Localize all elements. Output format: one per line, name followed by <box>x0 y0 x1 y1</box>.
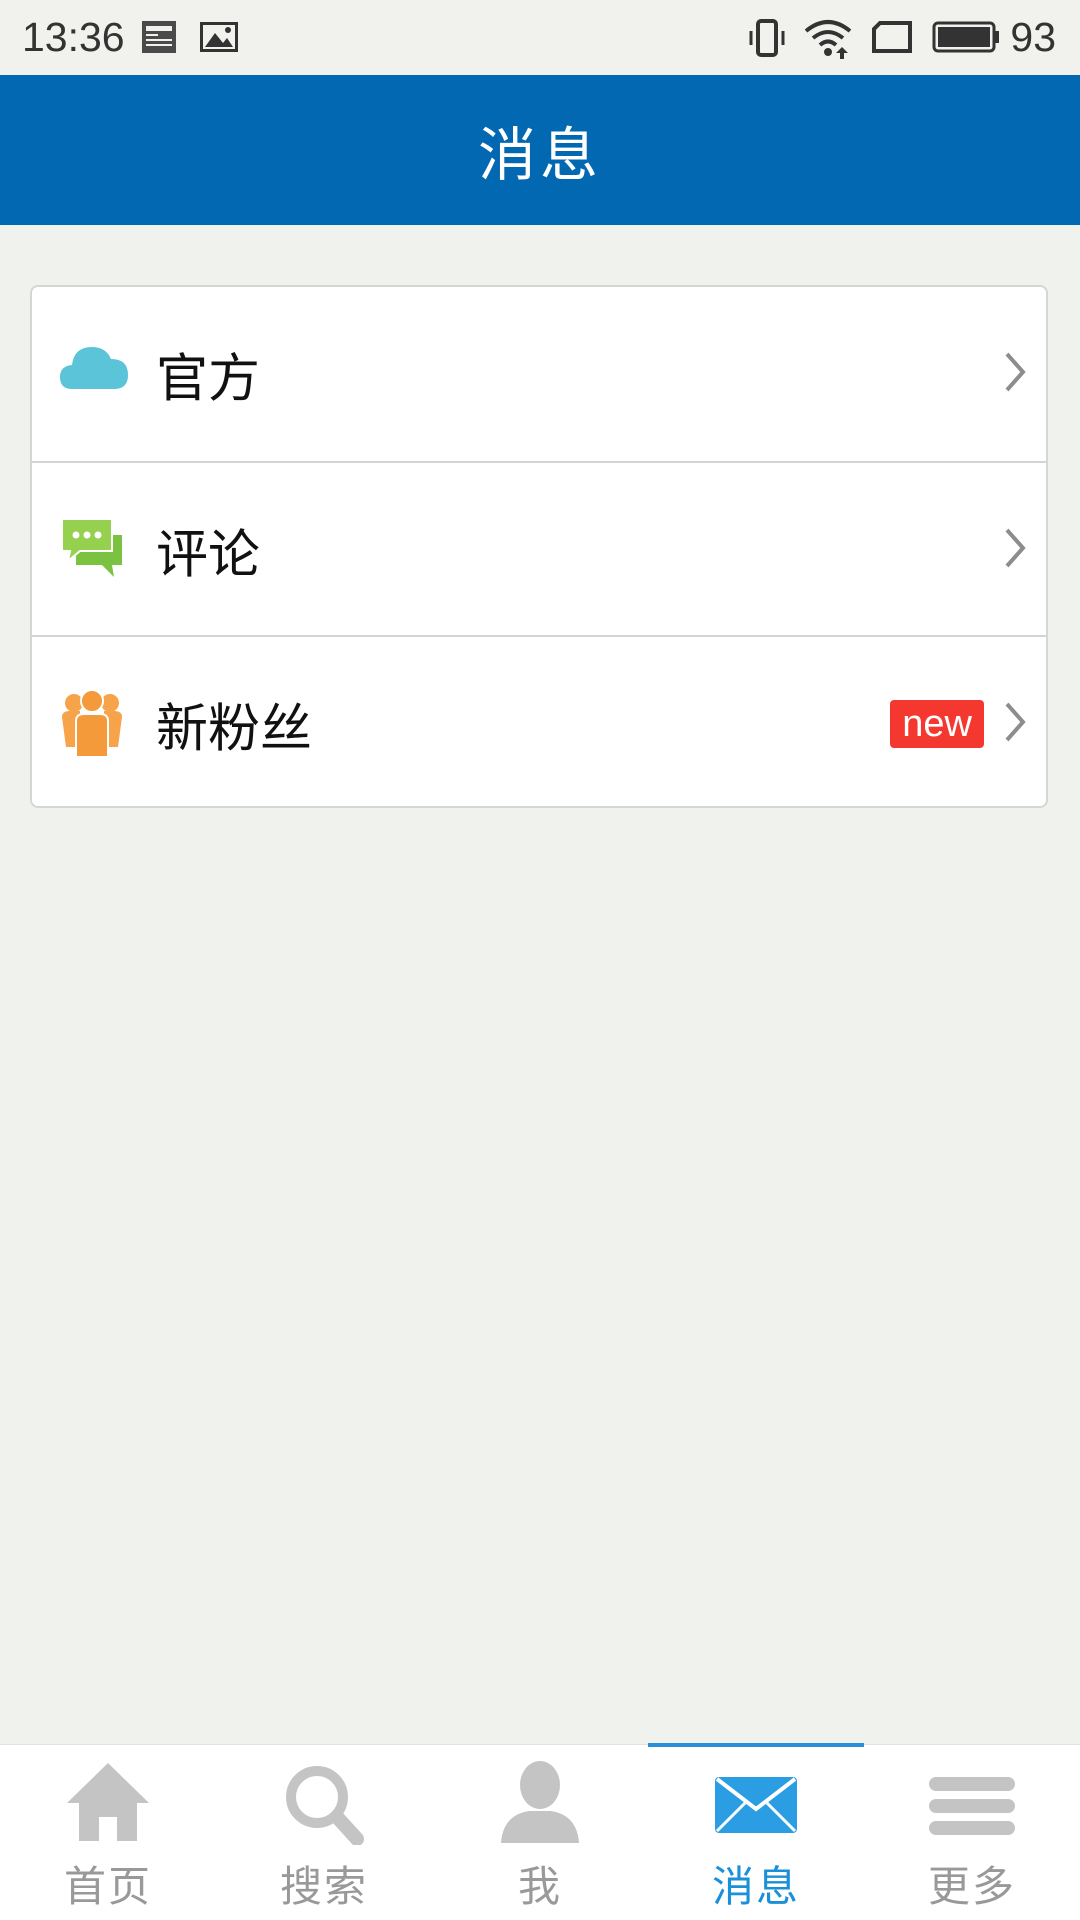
tab-messages[interactable]: 消息 <box>648 1743 864 1920</box>
battery-icon <box>930 17 1002 61</box>
status-bar: 13:36 93 <box>0 0 1080 75</box>
cloud-icon <box>58 339 130 399</box>
list-item-new-followers[interactable]: 新粉丝 new <box>32 635 1046 806</box>
followers-icon <box>58 687 126 767</box>
page-title: 消息 <box>477 121 602 189</box>
chevron-right-icon <box>1002 526 1028 574</box>
tab-search[interactable]: 搜索 <box>216 1745 432 1920</box>
status-time: 13:36 <box>22 14 125 60</box>
tab-me[interactable]: 我 <box>432 1745 648 1920</box>
battery-level: 93 <box>1010 14 1056 60</box>
tab-label: 更多 <box>927 1862 1016 1911</box>
tab-more[interactable]: 更多 <box>864 1745 1080 1920</box>
tab-label: 首页 <box>63 1862 152 1911</box>
list-item-label: 官方 <box>156 349 261 410</box>
list-item-label: 新粉丝 <box>156 699 313 760</box>
chevron-right-icon <box>1002 350 1028 398</box>
vibrate-icon <box>745 17 789 65</box>
search-icon <box>279 1759 369 1849</box>
menu-icon <box>927 1759 1017 1849</box>
tab-home[interactable]: 首页 <box>0 1745 216 1920</box>
tab-label: 我 <box>517 1862 562 1911</box>
wifi-icon <box>802 17 854 65</box>
message-category-list: 官方 评论 新粉丝 new <box>30 285 1048 808</box>
list-item-label: 评论 <box>156 525 261 586</box>
chat-bubbles-icon <box>58 515 126 585</box>
home-icon <box>63 1759 153 1849</box>
sim-card-icon <box>870 17 914 61</box>
list-item-comments[interactable]: 评论 <box>32 461 1046 637</box>
list-item-official[interactable]: 官方 <box>32 287 1046 461</box>
chevron-right-icon <box>1002 700 1028 748</box>
bottom-nav: 首页 搜索 我 消息 更多 <box>0 1743 1080 1920</box>
tab-label: 搜索 <box>279 1862 368 1911</box>
mail-icon <box>711 1759 801 1849</box>
app-header: 消息 <box>0 75 1080 225</box>
new-badge: new <box>890 700 984 748</box>
tab-label: 消息 <box>711 1862 800 1911</box>
user-icon <box>495 1759 585 1849</box>
news-notification-icon <box>140 17 180 61</box>
image-notification-icon <box>198 17 240 61</box>
